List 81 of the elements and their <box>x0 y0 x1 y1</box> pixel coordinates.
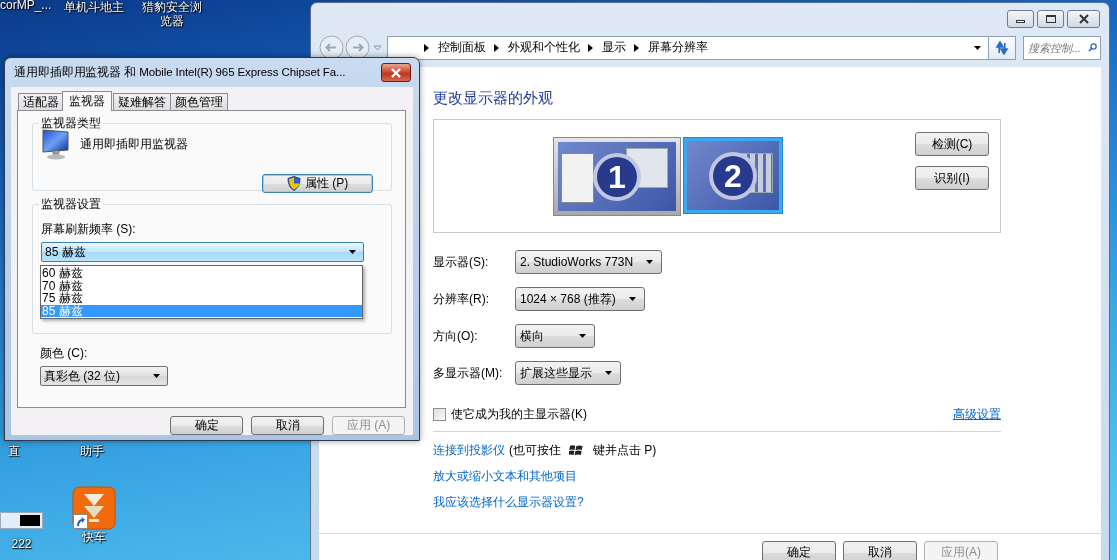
close-icon <box>1077 14 1090 24</box>
footer-button[interactable]: 取消 <box>843 541 917 560</box>
dropdown[interactable]: 横向 <box>515 324 595 348</box>
breadcrumb-item[interactable]: 屏幕分辨率 <box>648 39 708 56</box>
caret-icon <box>645 259 655 265</box>
dropdown[interactable]: 2. StudioWorks 773N <box>515 250 663 274</box>
screenshot-thumbnail[interactable] <box>0 512 43 529</box>
desktop-icon-label[interactable]: corMP_... <box>0 0 52 12</box>
dropdown[interactable]: 1024 × 768 (推荐) <box>515 287 645 311</box>
side-button[interactable]: 检测(C) <box>915 132 989 156</box>
search-field[interactable]: 搜索控制... <box>1023 35 1101 60</box>
desktop-icon-label[interactable]: 单机斗地主 <box>64 0 124 14</box>
help-link[interactable]: 我应该选择什么显示器设置? <box>433 494 584 510</box>
caret-icon <box>348 249 357 255</box>
monitor-icon <box>41 128 71 160</box>
dropdown[interactable]: 真彩色 (32 位) <box>40 366 168 386</box>
caret-icon <box>152 373 161 379</box>
close-icon <box>390 67 402 78</box>
monitor-tile[interactable]: 1 <box>553 137 681 216</box>
field-label: 分辨率(R): <box>433 290 489 308</box>
desktop-icon-label[interactable]: 猎豹安全浏览器 <box>140 0 204 28</box>
monitor-tile[interactable]: 2 <box>683 137 783 214</box>
side-button[interactable]: 识别(I) <box>915 166 989 190</box>
caret-icon <box>604 370 613 376</box>
start-menu-drawing <box>561 153 594 203</box>
breadcrumb-arrow-icon <box>588 43 593 52</box>
close-button[interactable] <box>381 63 411 82</box>
dropdown-option[interactable]: 70 赫兹 <box>41 279 362 292</box>
breadcrumb-item[interactable]: 外观和个性化 <box>508 39 580 56</box>
caret-icon <box>627 296 637 302</box>
monitor-number: 2 <box>709 151 757 200</box>
help-link[interactable]: 放大或缩小文本和其他项目 <box>433 468 577 484</box>
address-bar[interactable]: 控制面板 外观和个性化 显示 屏幕分辨率 <box>387 35 989 60</box>
tab[interactable]: 颜色管理 <box>170 93 228 110</box>
group-title: 监视器设置 <box>40 196 102 213</box>
breadcrumb-arrow-icon <box>494 43 499 52</box>
caret-icon <box>578 333 587 339</box>
projector-link[interactable]: 连接到投影仪 <box>433 442 505 458</box>
properties-button[interactable]: 属性 (P) <box>262 174 373 193</box>
forward-button[interactable] <box>345 35 370 60</box>
breadcrumb-item[interactable]: 显示 <box>602 39 626 56</box>
search-icon[interactable] <box>1088 41 1097 54</box>
maximize-button[interactable] <box>1037 10 1064 28</box>
shield-icon <box>286 176 301 191</box>
hint-text: 键并点击 P) <box>593 442 657 458</box>
minimize-button[interactable] <box>1007 10 1034 28</box>
dropdown-option[interactable]: 60 赫兹 <box>41 267 362 280</box>
breadcrumb-arrow-icon <box>424 43 429 52</box>
refresh-button[interactable] <box>989 35 1016 60</box>
dropdown-caret-icon[interactable] <box>973 44 982 51</box>
dropdown[interactable]: 85 赫兹 <box>41 242 364 262</box>
windows-logo-icon <box>569 443 583 457</box>
minimize-icon <box>1016 20 1025 23</box>
tab[interactable]: 疑难解答 <box>113 93 171 110</box>
checkbox[interactable] <box>433 408 446 421</box>
dropdown[interactable]: 扩展这些显示 <box>515 361 621 385</box>
field-label: 屏幕刷新频率 (S): <box>41 221 137 238</box>
dropdown-option[interactable]: 75 赫兹 <box>41 292 362 305</box>
tab[interactable]: 监视器 <box>62 91 112 111</box>
checkbox-label[interactable]: 使它成为我的主显示器(K) <box>451 406 587 423</box>
maximize-icon <box>1045 15 1056 23</box>
breadcrumb-item[interactable]: 控制面板 <box>438 39 486 56</box>
advanced-settings-link[interactable]: 高级设置 <box>953 406 1001 423</box>
page-heading: 更改显示器的外观 <box>433 89 554 107</box>
monitor-name: 通用即插即用监视器 <box>80 135 188 153</box>
dialog-button[interactable]: 取消 <box>251 416 324 435</box>
refresh-icon <box>994 40 1010 55</box>
back-button[interactable] <box>319 35 344 60</box>
close-button[interactable] <box>1067 10 1100 28</box>
footer-button[interactable]: 确定 <box>762 541 836 560</box>
field-label: 方向(O): <box>433 327 478 345</box>
window-title: 通用即插即用监视器 和 Mobile Intel(R) 965 Express Chipset Fa... <box>14 65 346 80</box>
field-label: 颜色 (C): <box>40 345 89 362</box>
hint-text: (也可按住 <box>509 442 561 458</box>
tab[interactable]: 适配器 <box>18 93 64 110</box>
dialog-button[interactable]: 确定 <box>170 416 243 435</box>
field-label: 多显示器(M): <box>433 364 503 382</box>
field-label: 显示器(S): <box>433 253 489 271</box>
monitor-number: 1 <box>593 152 641 201</box>
group-title: 监视器类型 <box>40 115 102 132</box>
breadcrumb-arrow-icon <box>634 43 639 52</box>
